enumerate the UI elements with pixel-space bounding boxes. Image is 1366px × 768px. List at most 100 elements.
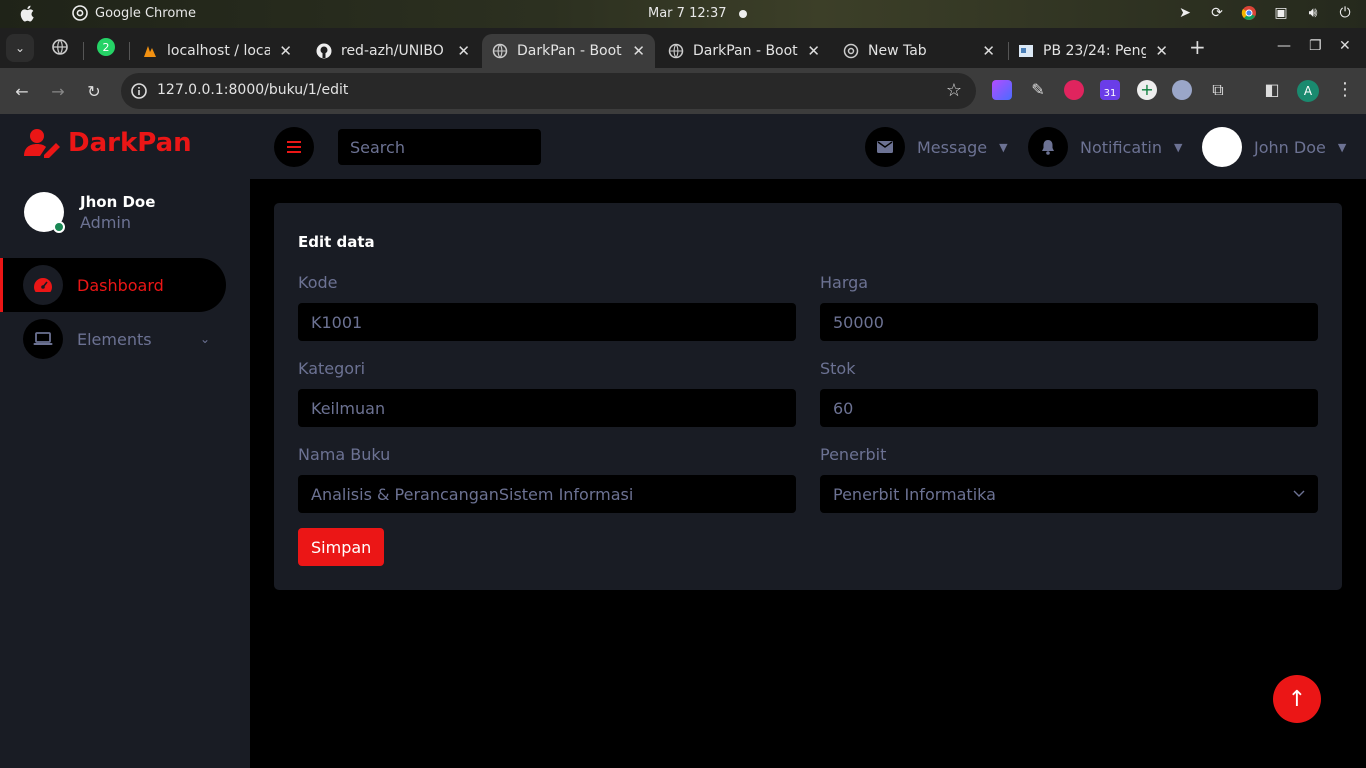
- avatar: [24, 192, 65, 233]
- tab-darkpan-active[interactable]: DarkPan - Boot ✕: [482, 34, 655, 68]
- laptop-icon: [23, 319, 63, 359]
- side-panel-icon[interactable]: ◧: [1262, 80, 1282, 100]
- apple-icon[interactable]: [20, 5, 34, 22]
- kategori-label: Kategori: [298, 359, 366, 378]
- stok-input[interactable]: 60: [820, 389, 1318, 427]
- chevron-down-icon: [1293, 490, 1305, 497]
- tab-new-tab[interactable]: New Tab ✕: [833, 34, 1005, 68]
- main-content: Edit data Kode K1001 Harga 50000 Kategor…: [250, 179, 1366, 768]
- eyedropper-icon[interactable]: ✎: [1028, 80, 1048, 100]
- hamburger-icon: [287, 141, 301, 153]
- kategori-input[interactable]: Keilmuan: [298, 389, 796, 427]
- sidebar: DarkPan Jhon Doe Admin Dashboard Element…: [0, 114, 250, 768]
- close-icon[interactable]: ✕: [632, 42, 645, 60]
- clock[interactable]: Mar 7 12:37: [648, 6, 727, 21]
- sync-icon[interactable]: ⟳: [1208, 4, 1226, 22]
- tachometer-icon: [23, 265, 63, 305]
- harga-field-group: Harga 50000: [820, 273, 1318, 341]
- sidebar-item-label: Elements: [77, 329, 152, 349]
- penerbit-label: Penerbit: [820, 445, 887, 464]
- message-dropdown[interactable]: Message ▼: [865, 127, 1008, 167]
- window-icon[interactable]: ▣: [1272, 4, 1290, 22]
- tab-phpmyadmin[interactable]: localhost / loca ✕: [132, 34, 302, 68]
- chevron-down-icon: ▼: [1337, 140, 1347, 154]
- os-top-bar: Google Chrome Mar 7 12:37 ➤ ⟳ ▣ 🔊︎ ⏻: [0, 0, 1366, 28]
- reload-button[interactable]: ↻: [83, 80, 105, 102]
- calendar-badge: 31: [1103, 88, 1117, 99]
- extension-icon[interactable]: [1172, 80, 1192, 100]
- close-icon[interactable]: ✕: [1155, 42, 1168, 60]
- stok-label: Stok: [820, 359, 856, 378]
- close-window-button[interactable]: ✕: [1339, 38, 1351, 54]
- profile-role: Admin: [80, 212, 131, 232]
- globe-icon: [492, 43, 508, 59]
- notification-label: Notificatin: [1080, 137, 1163, 157]
- chevron-down-icon: ⌄: [199, 332, 210, 346]
- tab-darkpan[interactable]: DarkPan - Boot ✕: [658, 34, 830, 68]
- kode-input[interactable]: K1001: [298, 303, 796, 341]
- edit-form-card: Edit data Kode K1001 Harga 50000 Kategor…: [274, 203, 1342, 590]
- top-navbar: Message ▼ Notificatin ▼ John Doe ▼: [250, 114, 1366, 179]
- penerbit-field-group: Penerbit Penerbit Informatika: [820, 445, 1318, 513]
- close-icon[interactable]: ✕: [807, 42, 820, 60]
- brand-logo[interactable]: DarkPan: [24, 128, 192, 158]
- back-to-top-button[interactable]: ↑: [1273, 675, 1321, 723]
- bookmark-star-icon[interactable]: ☆: [946, 80, 962, 101]
- restore-button[interactable]: ❐: [1309, 38, 1322, 54]
- kode-label: Kode: [298, 273, 338, 292]
- site-info-icon[interactable]: [129, 81, 149, 101]
- tab-search-button[interactable]: ⌄: [6, 34, 34, 62]
- close-icon[interactable]: ✕: [279, 42, 292, 60]
- chrome-tray-icon[interactable]: [1240, 4, 1258, 22]
- harga-label: Harga: [820, 273, 869, 292]
- message-label: Message: [917, 137, 988, 157]
- close-icon[interactable]: ✕: [982, 42, 995, 60]
- calendar-icon[interactable]: 31: [1100, 80, 1120, 100]
- power-icon[interactable]: ⏻: [1336, 4, 1354, 22]
- tab-github[interactable]: red-azh/UNIBO ✕: [306, 34, 480, 68]
- whatsapp-pinned-tab[interactable]: 2: [97, 38, 115, 56]
- new-tab-button[interactable]: +: [1189, 37, 1206, 57]
- volume-icon[interactable]: 🔊︎: [1304, 4, 1322, 22]
- close-icon[interactable]: ✕: [457, 42, 470, 60]
- browser-toolbar: ← → ↻ 127.0.0.1:8000/buku/1/edit ☆ ✎ 31 …: [0, 68, 1366, 114]
- simpan-button[interactable]: Simpan: [298, 528, 385, 566]
- user-dropdown[interactable]: John Doe ▼: [1202, 127, 1346, 167]
- active-app-indicator[interactable]: Google Chrome: [72, 5, 196, 21]
- forward-button[interactable]: →: [47, 80, 69, 102]
- address-bar[interactable]: 127.0.0.1:8000/buku/1/edit ☆: [121, 73, 976, 109]
- chrome-icon: [72, 5, 88, 21]
- extension-icon[interactable]: [1064, 80, 1084, 100]
- chevron-down-icon: ▼: [1174, 140, 1183, 154]
- form-title: Edit data: [298, 233, 375, 251]
- arrow-up-icon: ↑: [1287, 686, 1307, 712]
- extension-icon[interactable]: [992, 80, 1012, 100]
- harga-input[interactable]: 50000: [820, 303, 1318, 341]
- tab-pb[interactable]: PB 23/24: Peng ✕: [1008, 34, 1178, 68]
- document-icon: [1019, 45, 1033, 57]
- puzzle-icon[interactable]: ⧉: [1208, 80, 1228, 100]
- menu-kebab-icon[interactable]: ⋮: [1336, 79, 1354, 100]
- search-input[interactable]: [338, 129, 541, 165]
- telegram-icon[interactable]: ➤: [1176, 4, 1194, 22]
- kode-field-group: Kode K1001: [298, 273, 796, 341]
- whatsapp-badge: 2: [102, 40, 110, 54]
- globe-icon[interactable]: [51, 38, 69, 56]
- app-name: Google Chrome: [95, 5, 196, 21]
- profile-name: Jhon Doe: [80, 192, 156, 211]
- profile-avatar[interactable]: A: [1297, 80, 1319, 102]
- url-text[interactable]: 127.0.0.1:8000/buku/1/edit: [157, 82, 348, 98]
- sidebar-item-elements[interactable]: Elements ⌄: [0, 312, 226, 366]
- back-button[interactable]: ←: [11, 80, 33, 102]
- user-profile: Jhon Doe Admin: [24, 192, 156, 233]
- add-extension-icon[interactable]: +: [1137, 80, 1157, 100]
- nama-buku-input[interactable]: Analisis & PerancanganSistem Informasi: [298, 475, 796, 513]
- sidebar-item-dashboard[interactable]: Dashboard: [0, 258, 226, 312]
- notification-dropdown[interactable]: Notificatin ▼: [1028, 127, 1182, 167]
- minimize-button[interactable]: —: [1277, 38, 1291, 54]
- penerbit-select[interactable]: Penerbit Informatika: [820, 475, 1318, 513]
- sidebar-toggle-button[interactable]: [274, 127, 314, 167]
- system-tray: ➤ ⟳ ▣ 🔊︎ ⏻: [1176, 4, 1354, 22]
- chevron-down-icon: ▼: [999, 140, 1008, 154]
- nama-buku-field-group: Nama Buku Analisis & PerancanganSistem I…: [298, 445, 796, 513]
